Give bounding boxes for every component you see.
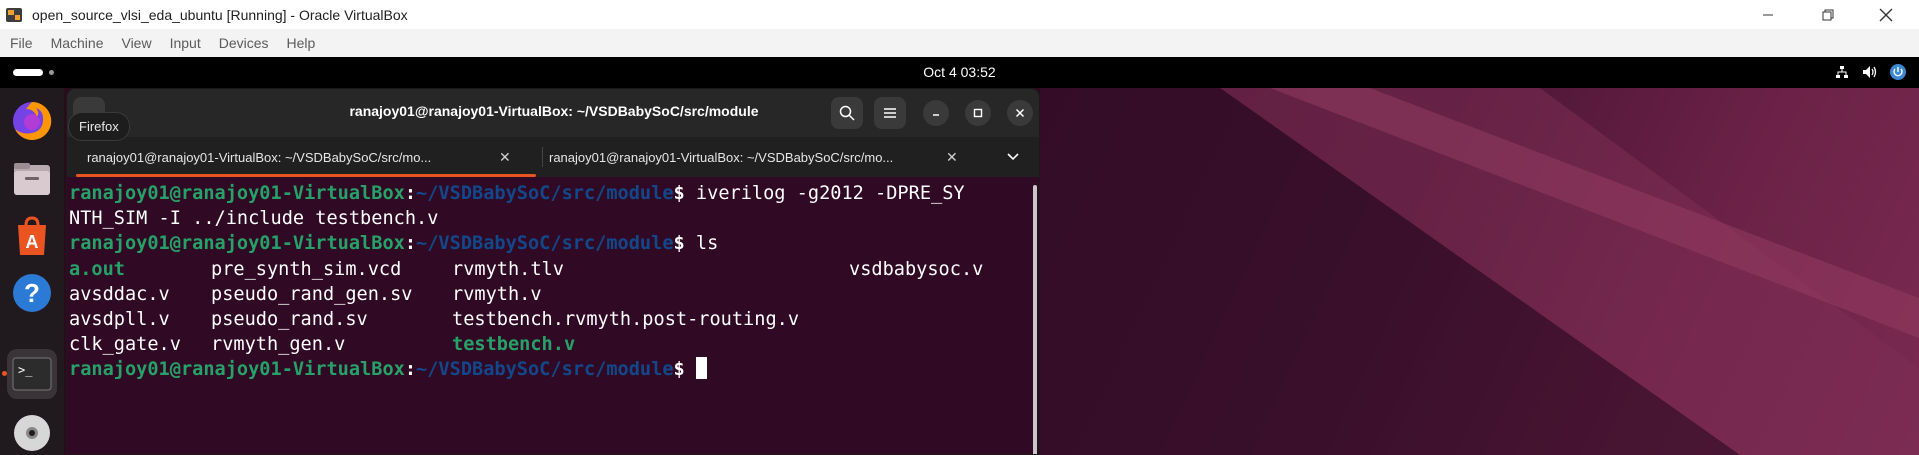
prompt-path: ~/VSDBabySoC/src/module	[416, 233, 674, 255]
ls-entry: testbench.v	[452, 334, 576, 356]
tab-2-close-icon[interactable]: ✕	[946, 149, 958, 166]
command-text: iverilog -g2012 -DPRE_SY	[684, 183, 965, 204]
ls-row-3: avsdpll.v pseudo_rand.sv testbench.rvmyth.…	[69, 307, 1039, 332]
dock-files[interactable]	[7, 154, 57, 204]
menu-view[interactable]: View	[112, 35, 160, 51]
terminal-window: ranajoy01@ranajoy01-VirtualBox: ~/VSDBab…	[66, 88, 1040, 455]
ls-entry: pseudo_rand.sv	[211, 309, 368, 331]
ls-entry: pseudo_rand_gen.sv	[211, 283, 413, 305]
tab-list-button[interactable]	[1007, 137, 1037, 177]
virtualbox-menubar: File Machine View Input Devices Help	[0, 29, 1919, 57]
terminal-tab-bar: ranajoy01@ranajoy01-VirtualBox: ~/VSDBab…	[67, 137, 1039, 177]
clock[interactable]: Oct 4 03:52	[0, 64, 1919, 80]
ls-entry: vsdbabysoc.v	[849, 258, 984, 280]
dock-firefox[interactable]	[7, 96, 57, 146]
terminal-scrollbar[interactable]	[1033, 185, 1037, 454]
ls-entry: avsddac.v	[69, 283, 170, 305]
prompt-user: ranajoy01@ranajoy01-VirtualBox	[69, 183, 405, 204]
window-title: open_source_vlsi_eda_ubuntu [Running] - …	[32, 6, 408, 23]
system-tray[interactable]	[1833, 63, 1907, 81]
menu-machine[interactable]: Machine	[42, 35, 113, 51]
svg-text:>_: >_	[18, 363, 33, 377]
network-icon	[1833, 63, 1851, 81]
ls-entry: clk_gate.v	[69, 334, 181, 356]
disc-icon	[14, 415, 50, 451]
tab-1[interactable]: ranajoy01@ranajoy01-VirtualBox: ~/VSDBab…	[87, 137, 537, 177]
svg-text:?: ?	[24, 278, 40, 308]
power-icon	[1889, 63, 1907, 81]
search-icon	[839, 105, 855, 121]
minimize-icon	[933, 114, 939, 116]
virtualbox-titlebar: open_source_vlsi_eda_ubuntu [Running] - …	[0, 0, 1919, 29]
chevron-down-icon	[1007, 153, 1019, 161]
tab-2-label: ranajoy01@ranajoy01-VirtualBox: ~/VSDBab…	[549, 149, 894, 165]
terminal-output[interactable]: ranajoy01@ranajoy01-VirtualBox:~/VSDBaby…	[67, 177, 1039, 454]
command-text-wrap: NTH_SIM -I ../include testbench.v	[69, 208, 439, 230]
ls-entry: avsdpll.v	[69, 309, 170, 331]
volume-icon	[1861, 63, 1879, 81]
files-icon	[14, 163, 50, 195]
prompt-colon: :	[404, 183, 417, 204]
text-cursor	[695, 357, 707, 380]
gnome-top-bar: Oct 4 03:52	[0, 57, 1919, 88]
menu-help[interactable]: Help	[278, 35, 325, 51]
prompt-path: ~/VSDBabySoC/src/module	[416, 183, 674, 204]
app-center-icon: A	[18, 216, 46, 255]
ls-row-2: avsddac.v pseudo_rand_gen.sv rvmyth.v	[69, 282, 1039, 307]
svg-text:A: A	[26, 232, 39, 252]
guest-screen: Oct 4 03:52 A ? >_ ranajoy01@ranajoy01-V…	[0, 57, 1919, 455]
ls-entry: rvmyth.v	[452, 283, 542, 305]
tab-1-label: ranajoy01@ranajoy01-VirtualBox: ~/VSDBab…	[87, 149, 432, 165]
terminal-minimize-button[interactable]	[923, 100, 949, 126]
ls-entry: rvmyth_gen.v	[211, 334, 346, 356]
terminal-line-1: ranajoy01@ranajoy01-VirtualBox:~/VSDBaby…	[69, 181, 1039, 206]
terminal-close-button[interactable]	[1007, 100, 1033, 126]
close-button[interactable]	[1858, 0, 1914, 29]
prompt-path: ~/VSDBabySoC/src/module	[416, 359, 674, 381]
menu-devices[interactable]: Devices	[210, 35, 278, 51]
ls-row-1: a.out pre_synth_sim.vcd rvmyth.tlv vsdbabys…	[69, 257, 1039, 282]
prompt-dollar: $	[673, 233, 685, 255]
desktop-wallpaper	[1040, 88, 1919, 455]
dock-disc[interactable]	[7, 408, 57, 455]
prompt-colon: :	[404, 359, 417, 381]
dock: A ? >_	[0, 88, 64, 455]
menu-file[interactable]: File	[0, 35, 42, 51]
tab-separator	[542, 147, 543, 167]
help-icon: ?	[13, 274, 51, 312]
maximize-icon	[973, 108, 983, 118]
ls-row-4: clk_gate.v rvmyth_gen.v testbench.v	[69, 332, 1039, 357]
tab-2[interactable]: ranajoy01@ranajoy01-VirtualBox: ~/VSDBab…	[549, 137, 989, 177]
menu-input[interactable]: Input	[161, 35, 210, 51]
search-button[interactable]	[831, 97, 863, 129]
terminal-line-current: ranajoy01@ranajoy01-VirtualBox:~/VSDBaby…	[69, 357, 1039, 382]
terminal-maximize-button[interactable]	[965, 100, 991, 126]
hamburger-menu-button[interactable]	[874, 97, 906, 129]
prompt-user: ranajoy01@ranajoy01-VirtualBox	[69, 233, 405, 255]
hamburger-icon	[884, 108, 896, 118]
dock-terminal[interactable]: >_	[7, 349, 57, 399]
prompt-dollar: $	[673, 183, 685, 204]
dock-tooltip: Firefox	[68, 112, 130, 141]
restore-button[interactable]	[1800, 0, 1856, 29]
terminal-line-2: NTH_SIM -I ../include testbench.v	[69, 206, 1039, 231]
terminal-icon: >_	[12, 357, 52, 391]
prompt-colon: :	[404, 233, 417, 255]
dock-app-center[interactable]: A	[7, 212, 57, 262]
virtualbox-app-icon	[4, 5, 24, 25]
prompt-user: ranajoy01@ranajoy01-VirtualBox	[69, 359, 405, 381]
command-text: ls	[684, 233, 719, 255]
dock-help[interactable]: ?	[7, 268, 57, 318]
prompt-dollar: $	[673, 359, 685, 381]
minimize-button[interactable]	[1740, 0, 1796, 29]
close-icon	[1015, 108, 1025, 118]
terminal-headerbar: ranajoy01@ranajoy01-VirtualBox: ~/VSDBab…	[67, 89, 1039, 137]
ls-entry: a.out	[69, 258, 125, 280]
firefox-icon	[13, 101, 52, 140]
ls-entry: rvmyth.tlv	[452, 258, 564, 280]
ls-entry: pre_synth_sim.vcd	[211, 258, 402, 280]
tab-1-close-icon[interactable]: ✕	[499, 149, 511, 166]
ls-entry: testbench.rvmyth.post-routing.v	[452, 309, 800, 331]
terminal-line-3: ranajoy01@ranajoy01-VirtualBox:~/VSDBaby…	[69, 231, 1039, 256]
